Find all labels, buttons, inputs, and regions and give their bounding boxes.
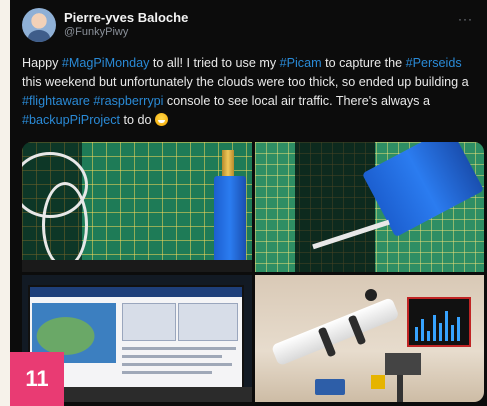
tripod-leg bbox=[397, 375, 403, 402]
table-row bbox=[122, 355, 222, 358]
tweet-text: Happy #MagPiMonday to all! I tried to us… bbox=[22, 54, 474, 130]
avatar[interactable] bbox=[22, 8, 56, 42]
white-cable bbox=[42, 182, 88, 268]
flight-info-panel bbox=[122, 303, 176, 341]
tweet-header: Pierre-yves Baloche @FunkyPiwy ··· bbox=[22, 8, 477, 42]
yellow-accessory bbox=[371, 375, 385, 389]
lcd-bar bbox=[421, 319, 424, 341]
tweet-card[interactable]: Pierre-yves Baloche @FunkyPiwy ··· Happy… bbox=[10, 0, 487, 406]
media-grid bbox=[22, 142, 484, 402]
pi-lcd-display bbox=[407, 297, 471, 347]
media-photo-telescope[interactable] bbox=[255, 275, 484, 402]
lcd-bar bbox=[439, 323, 442, 341]
shadow-region bbox=[295, 142, 375, 272]
hashtag-link[interactable]: #raspberrypi bbox=[93, 94, 163, 108]
table-row bbox=[122, 347, 236, 350]
blue-sdr-stick bbox=[214, 176, 246, 268]
hashtag-link[interactable]: #MagPiMonday bbox=[62, 56, 150, 70]
phone-device bbox=[315, 379, 345, 395]
tweet-text-segment: this weekend but unfortunately the cloud… bbox=[22, 75, 469, 89]
lcd-bar bbox=[445, 311, 448, 341]
tweet-text-segment: to do bbox=[120, 113, 152, 127]
media-photo-antenna[interactable] bbox=[22, 142, 252, 272]
lcd-bar bbox=[451, 325, 454, 341]
hashtag-link[interactable]: #backupPiProject bbox=[22, 113, 120, 127]
hashtag-link[interactable]: #Perseids bbox=[406, 56, 462, 70]
grinning-face-emoji-icon bbox=[155, 113, 169, 126]
user-handle[interactable]: @FunkyPiwy bbox=[64, 26, 128, 38]
display-name[interactable]: Pierre-yves Baloche bbox=[64, 10, 188, 25]
hashtag-link[interactable]: #Picam bbox=[280, 56, 322, 70]
flight-info-panel bbox=[178, 303, 238, 341]
page-number-badge: 11 bbox=[10, 352, 64, 406]
tweet-text-segment: to capture the bbox=[321, 56, 406, 70]
more-horizontal-icon[interactable]: ··· bbox=[458, 12, 473, 26]
media-photo-flightaware-box[interactable] bbox=[255, 142, 484, 272]
telescope-knob bbox=[365, 289, 377, 301]
table-row bbox=[122, 371, 212, 374]
screen-header-bar bbox=[30, 287, 242, 297]
tweet-text-segment: to all! I tried to use my bbox=[149, 56, 280, 70]
table-row bbox=[122, 363, 232, 366]
tweet-text-segment: console to see local air traffic. There'… bbox=[163, 94, 430, 108]
antenna-connector bbox=[222, 150, 234, 176]
lcd-bar bbox=[457, 317, 460, 341]
tweet-text-segment: Happy bbox=[22, 56, 62, 70]
telescope-mount bbox=[385, 353, 421, 375]
lcd-bar bbox=[427, 331, 430, 341]
hashtag-link[interactable]: #flightaware bbox=[22, 94, 90, 108]
lcd-bar bbox=[415, 327, 418, 341]
lcd-bar bbox=[433, 315, 436, 341]
device-edge bbox=[22, 260, 252, 272]
